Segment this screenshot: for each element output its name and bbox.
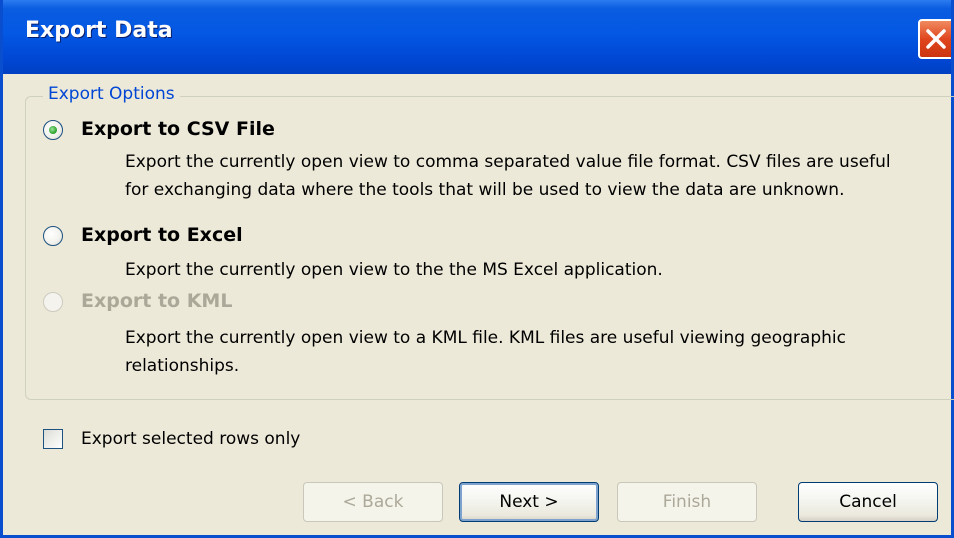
export-selected-rows-checkbox[interactable] (43, 429, 63, 449)
kml-description-line-1: Export the currently open view to a KML … (125, 328, 846, 348)
excel-radio-button[interactable] (43, 226, 63, 246)
back-button: < Back (303, 482, 443, 522)
csv-option-label[interactable]: Export to CSV File (81, 118, 275, 140)
export-options-legend: Export Options (43, 84, 180, 104)
csv-radio-button[interactable] (43, 120, 63, 140)
export-data-dialog: Export Data Export Options Export to CSV… (0, 0, 954, 538)
title-bar[interactable]: Export Data (3, 0, 951, 74)
export-selected-rows-label[interactable]: Export selected rows only (81, 429, 300, 449)
csv-option-description: Export the currently open view to comma … (125, 148, 945, 204)
excel-option-description: Export the currently open view to the th… (125, 256, 945, 284)
excel-description-line-1: Export the currently open view to the th… (125, 260, 663, 280)
close-button[interactable] (918, 19, 951, 59)
close-icon (926, 29, 946, 49)
excel-option-label[interactable]: Export to Excel (81, 224, 243, 246)
window-title: Export Data (25, 18, 173, 43)
kml-option-description: Export the currently open view to a KML … (125, 324, 945, 380)
next-button[interactable]: Next > (459, 482, 599, 522)
finish-button: Finish (617, 482, 757, 522)
cancel-button[interactable]: Cancel (798, 482, 938, 522)
csv-description-line-1: Export the currently open view to comma … (125, 152, 891, 172)
csv-description-line-2: for exchanging data where the tools that… (125, 180, 845, 200)
kml-option-label: Export to KML (81, 290, 233, 312)
kml-radio-button (43, 292, 63, 312)
kml-description-line-2: relationships. (125, 356, 240, 376)
